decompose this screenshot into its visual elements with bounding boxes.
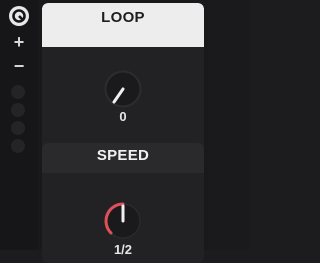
speed-knob[interactable] <box>103 201 143 241</box>
loop-panel: LOOP 0 <box>42 3 204 163</box>
inactive-dot <box>11 139 25 153</box>
speed-header[interactable]: SPEED <box>42 143 204 173</box>
minus-icon[interactable]: − <box>10 57 28 75</box>
loop-value: 0 <box>119 109 127 124</box>
inactive-dot <box>11 85 25 99</box>
power-ring-icon[interactable] <box>8 5 30 27</box>
speed-panel: SPEED 1/2 <box>42 143 204 263</box>
plus-icon[interactable]: + <box>10 33 28 51</box>
inactive-dot <box>11 103 25 117</box>
inactive-dot <box>11 121 25 135</box>
loop-header[interactable]: LOOP <box>42 3 204 47</box>
sidebar: + − <box>0 0 38 250</box>
loop-knob[interactable] <box>103 69 143 109</box>
right-strip <box>208 0 250 250</box>
